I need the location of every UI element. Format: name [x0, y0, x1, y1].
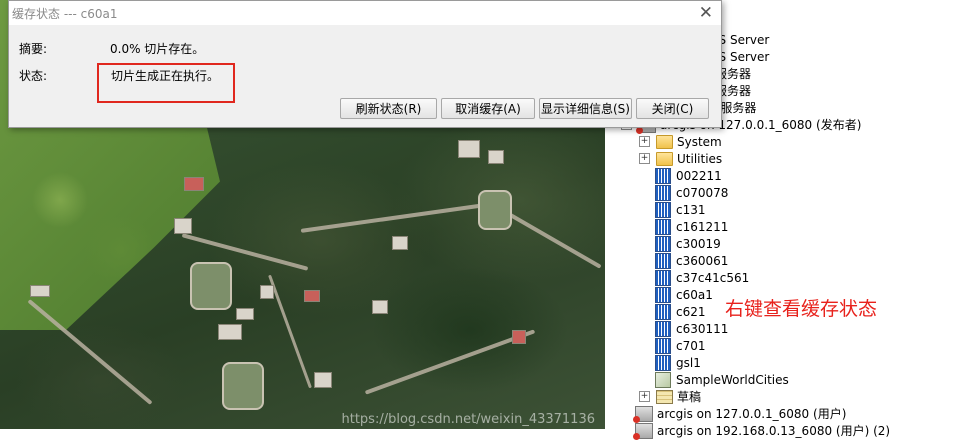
pond — [190, 262, 232, 310]
tree-item-label: c60a1 — [676, 287, 713, 302]
server-connection-icon — [633, 422, 653, 440]
tree-item-label: IS Server — [715, 49, 770, 64]
map-service-icon — [655, 337, 671, 354]
tree-item-folder-system[interactable]: + System — [639, 133, 722, 150]
summary-label: 摘要: — [19, 42, 48, 56]
tree-item-label: c360061 — [676, 253, 729, 268]
map-service-icon — [655, 218, 671, 235]
map-service-icon — [655, 286, 671, 303]
watermark-text: https://blog.csdn.net/weixin_43371136 — [341, 412, 595, 427]
map-service-icon — [655, 252, 671, 269]
tree-item-drafts[interactable]: + 草稿 — [639, 388, 701, 405]
building-roof — [174, 218, 192, 234]
building-roof — [260, 285, 274, 299]
tree-item-label: 002211 — [676, 168, 722, 183]
tree-item-label: c701 — [676, 338, 706, 353]
tree-item-service[interactable]: c360061 — [655, 252, 728, 269]
drafts-icon — [656, 389, 673, 404]
tree-item-service[interactable]: 002211 — [655, 167, 722, 184]
map-service-icon — [655, 269, 671, 286]
tree-item-service[interactable]: c621 — [655, 303, 706, 320]
close-icon[interactable]: ✕ — [699, 3, 713, 23]
pond — [222, 362, 264, 410]
tree-item-user-connection-2[interactable]: arcgis on 192.168.0.13_6080 (用户) (2) — [633, 422, 891, 440]
building-roof — [392, 236, 408, 250]
folder-icon — [656, 151, 673, 166]
tree-item-partial[interactable]: IS Server — [715, 31, 769, 48]
map-document-icon — [655, 371, 671, 388]
map-road — [364, 329, 536, 395]
status-label: 状态: — [19, 69, 48, 83]
tree-item-service[interactable]: c701 — [655, 337, 706, 354]
map-service-icon — [655, 184, 671, 201]
map-service-icon — [655, 354, 671, 371]
tree-item-label: 草稿 — [677, 390, 702, 404]
cache-status-dialog: 缓存状态 --- c60a1 ✕ 摘要: 0.0% 切片存在。 状态: 切片生成… — [8, 0, 722, 128]
building-roof — [458, 140, 480, 158]
tree-item-service[interactable]: c161211 — [655, 218, 728, 235]
building-roof — [304, 290, 320, 302]
map-service-icon — [655, 167, 671, 184]
tree-item-label: arcgis on 192.168.0.13_6080 (用户) (2) — [657, 424, 891, 438]
tree-item-service[interactable]: c070078 — [655, 184, 728, 201]
tree-item-service[interactable]: c630111 — [655, 320, 728, 337]
building-roof — [184, 177, 204, 191]
building-roof — [488, 150, 504, 164]
tree-item-label: c070078 — [676, 185, 729, 200]
tree-item-label: gsl1 — [676, 355, 701, 370]
status-highlight-box — [97, 63, 235, 103]
building-roof — [218, 324, 242, 340]
tree-item-label: System — [677, 134, 722, 149]
tree-item-label: arcgis on 127.0.0.1_6080 (用户) — [657, 407, 847, 421]
summary-value: 0.0% 切片存在。 — [110, 42, 205, 56]
building-roof — [372, 300, 388, 314]
cancel-cache-button[interactable]: 取消缓存(A) — [441, 98, 535, 119]
tree-item-map-service[interactable]: SampleWorldCities — [655, 371, 789, 388]
tree-item-user-connection[interactable]: arcgis on 127.0.0.1_6080 (用户) — [633, 405, 847, 423]
map-service-icon — [655, 303, 671, 320]
tree-item-label: c621 — [676, 304, 706, 319]
tree-item-service[interactable]: c131 — [655, 201, 706, 218]
expand-toggle-icon[interactable]: + — [639, 153, 650, 164]
building-roof — [236, 308, 254, 320]
map-service-icon — [655, 235, 671, 252]
pond — [478, 190, 512, 230]
map-road — [300, 201, 500, 233]
tree-item-label: c37c41c561 — [676, 270, 750, 285]
tree-item-service[interactable]: gsl1 — [655, 354, 701, 371]
dialog-title: 缓存状态 --- c60a1 — [12, 6, 118, 21]
annotation-text: 右键查看缓存状态 — [725, 298, 878, 320]
close-button[interactable]: 关闭(C) — [636, 98, 709, 119]
tree-item-label: SampleWorldCities — [676, 372, 789, 387]
folder-icon — [656, 134, 673, 149]
tree-item-label: IS Server — [715, 32, 770, 47]
building-roof — [512, 330, 526, 344]
show-details-button[interactable]: 显示详细信息(S) — [539, 98, 632, 119]
refresh-status-button[interactable]: 刷新状态(R) — [340, 98, 437, 119]
building-roof — [314, 372, 332, 388]
server-connection-icon — [633, 405, 653, 423]
tree-item-label: c30019 — [676, 236, 721, 251]
tree-item-partial[interactable]: IS Server — [715, 48, 769, 65]
tree-item-label: c131 — [676, 202, 706, 217]
expand-toggle-icon[interactable]: + — [639, 391, 650, 402]
building-roof — [30, 285, 50, 297]
map-road — [27, 299, 153, 405]
dialog-titlebar[interactable]: 缓存状态 --- c60a1 ✕ — [9, 1, 721, 25]
tree-item-label: c630111 — [676, 321, 729, 336]
tree-item-service[interactable]: c30019 — [655, 235, 721, 252]
tree-item-label: Utilities — [677, 151, 723, 166]
tree-item-service[interactable]: c37c41c561 — [655, 269, 749, 286]
tree-item-label: c161211 — [676, 219, 729, 234]
map-service-icon — [655, 201, 671, 218]
map-service-icon — [655, 320, 671, 337]
tree-item-folder-utilities[interactable]: + Utilities — [639, 150, 722, 167]
expand-toggle-icon[interactable]: + — [639, 136, 650, 147]
tree-item-service-c60a1[interactable]: c60a1 — [655, 286, 713, 303]
